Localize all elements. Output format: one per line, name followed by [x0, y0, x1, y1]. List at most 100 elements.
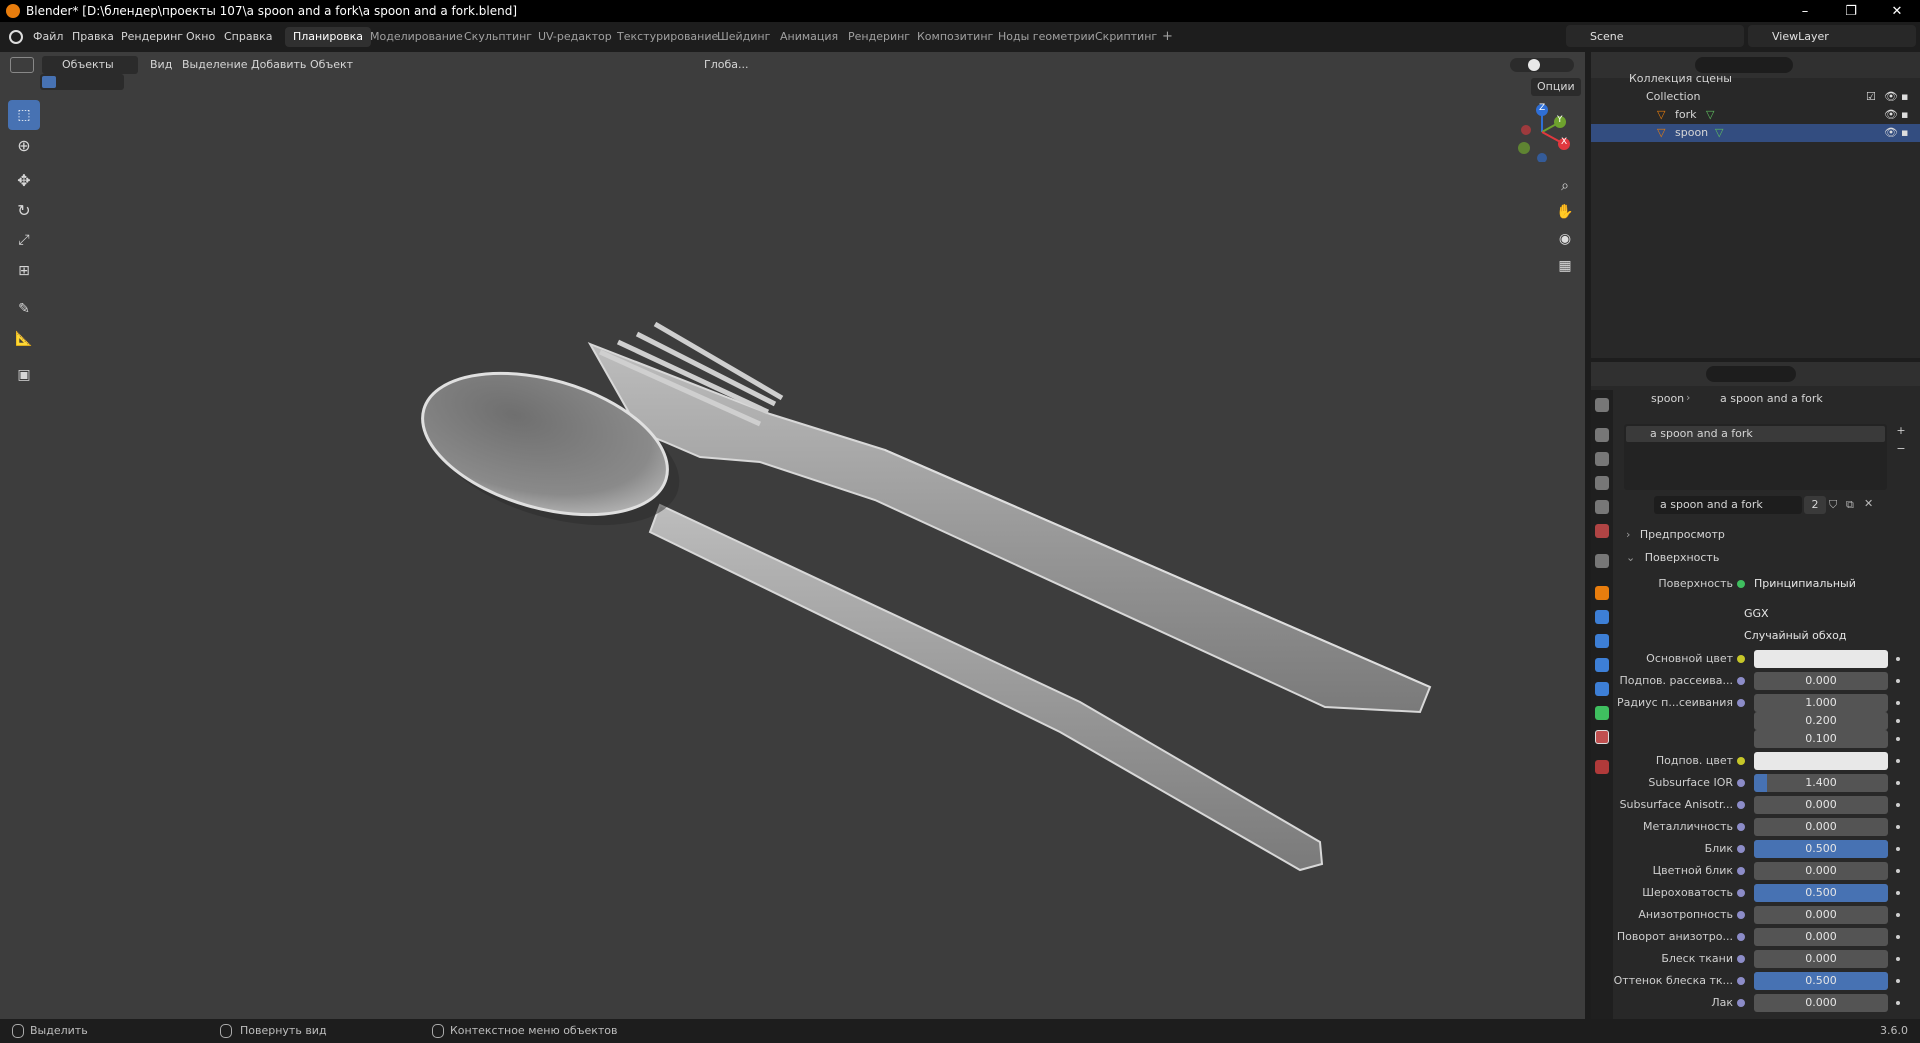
constraints-tab-icon[interactable] [1595, 682, 1609, 696]
socket-icon[interactable] [1737, 977, 1745, 985]
socket-icon[interactable] [1737, 955, 1745, 963]
material-tab-icon[interactable] [1595, 730, 1609, 744]
pan-button[interactable]: ✋ [1553, 200, 1577, 224]
menu-view[interactable]: Вид [150, 56, 172, 74]
breadcrumb-object[interactable]: spoon [1651, 392, 1684, 405]
camera-icon[interactable]: ▪ [1901, 106, 1908, 124]
menu-window[interactable]: Окно [186, 30, 215, 43]
keyframe-icon[interactable] [1896, 935, 1900, 939]
eye-icon[interactable]: 👁 [1884, 88, 1898, 106]
socket-icon[interactable] [1737, 801, 1745, 809]
navigation-gizmo[interactable]: Z Y X [1512, 102, 1572, 163]
add-workspace-button[interactable]: + [1154, 27, 1181, 47]
material-slot-item[interactable]: a spoon and a fork [1626, 426, 1885, 442]
outliner-item-fork[interactable]: ▽ fork ▽ 👁 ▪ [1591, 106, 1920, 124]
menu-object[interactable]: Объект [310, 56, 353, 74]
socket-icon[interactable] [1737, 699, 1745, 707]
cursor-tool[interactable]: ⊕ [8, 130, 40, 160]
keyframe-icon[interactable] [1896, 913, 1900, 917]
tab-layout[interactable]: Планировка [285, 27, 371, 47]
socket-icon[interactable] [1737, 845, 1745, 853]
add-cube-tool[interactable]: ▣ [8, 360, 40, 390]
breadcrumb-material[interactable]: a spoon and a fork [1720, 392, 1823, 405]
socket-icon[interactable] [1737, 677, 1745, 685]
menu-add[interactable]: Добавить [251, 56, 306, 74]
tab-compositing[interactable]: Композитинг [909, 27, 1001, 47]
options-button[interactable]: Опции [1531, 78, 1581, 96]
color-field[interactable] [1754, 752, 1888, 770]
number-field[interactable]: 0.000 [1754, 672, 1888, 690]
3d-viewport[interactable] [0, 52, 1585, 1019]
keyframe-icon[interactable] [1896, 979, 1900, 983]
number-field[interactable]: 0.000 [1754, 950, 1888, 968]
keyframe-icon[interactable] [1896, 957, 1900, 961]
view-layer-tab-icon[interactable] [1595, 476, 1609, 490]
camera-icon[interactable]: ▪ [1901, 124, 1908, 142]
properties-search[interactable] [1706, 366, 1796, 382]
number-field[interactable]: 0.000 [1754, 928, 1888, 946]
keyframe-icon[interactable] [1896, 759, 1900, 763]
tab-sculpting[interactable]: Скульптинг [456, 27, 540, 47]
keyframe-icon[interactable] [1896, 719, 1900, 723]
viewlayer-selector[interactable]: ViewLayer [1748, 25, 1916, 47]
color-field[interactable] [1754, 650, 1888, 668]
distribution-dropdown[interactable]: GGX [1736, 605, 1886, 623]
keyframe-icon[interactable] [1896, 701, 1900, 705]
menu-help[interactable]: Справка [224, 30, 272, 43]
socket-icon[interactable] [1737, 655, 1745, 663]
socket-icon[interactable] [1737, 889, 1745, 897]
keyframe-icon[interactable] [1896, 737, 1900, 741]
transform-tool[interactable]: ⊞ [8, 256, 40, 286]
select-mode-buttons[interactable] [40, 74, 124, 90]
editor-type-icon[interactable] [10, 57, 34, 73]
render-tab-icon[interactable] [1595, 428, 1609, 442]
tab-modeling[interactable]: Моделирование [362, 27, 471, 47]
socket-icon[interactable] [1737, 867, 1745, 875]
subsurface-method-dropdown[interactable]: Случайный обход [1736, 627, 1886, 645]
menu-select[interactable]: Выделение [182, 56, 248, 74]
tool-tab-icon[interactable] [1595, 398, 1609, 412]
number-field[interactable]: 0.200 [1754, 712, 1888, 730]
surface-shader-field[interactable]: Принципиальный BSDF [1746, 575, 1886, 593]
mode-selector[interactable]: Объекты [42, 56, 138, 74]
tab-shading[interactable]: Шейдинг [709, 27, 778, 47]
duplicate-icon[interactable]: ⧉ [1846, 498, 1854, 512]
data-tab-icon[interactable] [1595, 706, 1609, 720]
number-field[interactable]: 0.000 [1754, 862, 1888, 880]
material-name-field[interactable]: a spoon and a fork [1654, 496, 1802, 514]
eye-icon[interactable]: 👁 [1884, 124, 1898, 142]
socket-icon[interactable] [1737, 779, 1745, 787]
outliner-item-spoon[interactable]: ▽ spoon ▽ 👁 ▪ [1591, 124, 1920, 142]
zoom-button[interactable]: ⌕ [1553, 174, 1577, 198]
number-field[interactable]: 1.000 [1754, 694, 1888, 712]
object-tab-icon[interactable] [1595, 586, 1609, 600]
blender-menu-icon[interactable] [9, 30, 23, 44]
unlink-icon[interactable]: ✕ [1864, 497, 1873, 510]
keyframe-icon[interactable] [1896, 825, 1900, 829]
keyframe-icon[interactable] [1896, 847, 1900, 851]
transform-orientation[interactable]: Глоба... [704, 56, 748, 74]
keyframe-icon[interactable] [1896, 803, 1900, 807]
close-button[interactable]: ✕ [1874, 0, 1920, 22]
keyframe-icon[interactable] [1896, 679, 1900, 683]
keyframe-icon[interactable] [1896, 1001, 1900, 1005]
keyframe-icon[interactable] [1896, 781, 1900, 785]
world-tab-icon[interactable] [1595, 524, 1609, 538]
outliner-scene-collection[interactable]: Коллекция сцены [1591, 70, 1920, 88]
remove-slot-button[interactable]: − [1893, 442, 1909, 458]
annotate-tool[interactable]: ✎ [8, 294, 40, 324]
outliner-collection[interactable]: Collection ☑ 👁 ▪ [1591, 88, 1920, 106]
number-field[interactable]: 0.500 [1754, 972, 1888, 990]
menu-file[interactable]: Файл [33, 30, 63, 43]
rotate-tool[interactable]: ↻ [8, 195, 40, 225]
camera-icon[interactable]: ▪ [1901, 88, 1908, 106]
keyframe-icon[interactable] [1896, 869, 1900, 873]
user-count-button[interactable]: 2 [1804, 496, 1826, 514]
number-field[interactable]: 0.000 [1754, 796, 1888, 814]
eye-icon[interactable]: 👁 [1884, 106, 1898, 124]
checkbox-icon[interactable]: ☑ [1866, 88, 1876, 106]
number-field[interactable]: 0.000 [1754, 994, 1888, 1012]
particles-tab-icon[interactable] [1595, 634, 1609, 648]
preview-panel-header[interactable]: › Предпросмотр [1626, 525, 1906, 545]
scene-selector[interactable]: Scene [1566, 25, 1744, 47]
